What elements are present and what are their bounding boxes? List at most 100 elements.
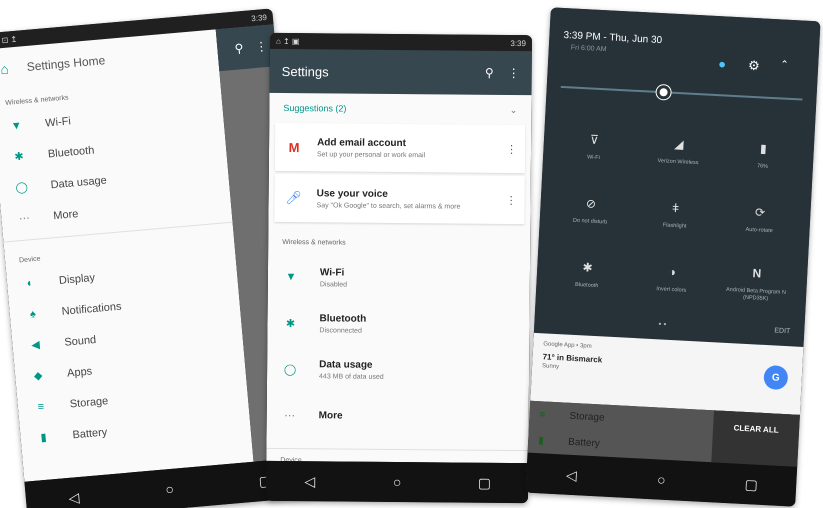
brightness-thumb[interactable] <box>656 84 671 100</box>
status-time: 3:39 <box>250 12 268 23</box>
tile-signal[interactable]: ◢ Verizon Wireless <box>635 118 723 186</box>
data-usage-icon: ◯ <box>283 363 297 376</box>
underlay-label: Storage <box>569 410 605 424</box>
bluetooth-icon: ✱ <box>285 317 296 330</box>
more-icon: ⋯ <box>18 212 31 226</box>
google-icon: G <box>763 364 789 391</box>
settings-item-data-usage[interactable]: ◯ Data usage 443 MB of data used <box>267 346 529 394</box>
drawer-title: Settings Home <box>26 53 106 74</box>
recents-icon[interactable]: ▢ <box>736 475 767 494</box>
suggestion-title: Add email account <box>317 136 407 149</box>
dnd-icon: ⊘ <box>585 196 597 212</box>
gmail-icon: M <box>288 139 300 155</box>
app-bar: Settings ⚲ ⋮ <box>269 48 532 96</box>
item-subtitle: 443 MB of data used <box>319 372 384 381</box>
settings-item-wifi[interactable]: ▼ Wi-Fi Disabled <box>268 254 530 302</box>
drawer-item-label: Apps <box>66 364 93 380</box>
notifications-icon: ♠ <box>29 307 37 321</box>
item-title: More <box>318 409 343 422</box>
drawer-item-label: Sound <box>63 333 97 349</box>
overflow-menu-icon[interactable]: ⋮ <box>255 39 268 54</box>
back-icon[interactable]: ◁ <box>556 466 587 485</box>
alarm-time: Fri 6:00 AM <box>570 44 607 54</box>
apps-icon: ◆ <box>33 369 44 383</box>
tile-wifi[interactable]: ⊽ Wi-Fi <box>550 114 638 182</box>
navigation-drawer: ⌂ Settings Home Wireless & networks ▼ Wi-… <box>0 29 254 482</box>
clear-all-button[interactable]: CLEAR ALL <box>711 410 800 467</box>
edit-button[interactable]: EDIT <box>774 327 790 335</box>
tile-label: Flashlight <box>662 222 687 231</box>
home-icon: ⌂ <box>0 60 10 78</box>
invert-icon: ◑ <box>668 265 677 280</box>
item-subtitle: Disabled <box>319 280 348 289</box>
tile-android-beta[interactable]: N Android Beta Program N (NPD35K) <box>712 250 800 318</box>
suggestion-subtitle: Set up your personal or work email <box>316 150 426 159</box>
phone-right: 3:39 PM - Thu, Jun 30 Fri 6:00 AM ● ⚙ ⌃ … <box>525 7 821 507</box>
tile-label: Android Beta Program N (NPD35K) <box>725 286 787 303</box>
display-icon: ◐ <box>26 276 34 290</box>
suggestion-title: Use your voice <box>316 187 388 200</box>
recents-icon[interactable]: ▢ <box>469 474 499 491</box>
drawer-item-label: Notifications <box>61 300 122 318</box>
gear-icon[interactable]: ⚙ <box>748 58 760 75</box>
drawer-item-label: Battery <box>71 425 108 441</box>
status-icons-left: ▣ ⊡ ↥ <box>0 34 18 45</box>
status-icons-left: ⌂ ↥ ▣ <box>275 36 300 46</box>
underlay-label: Battery <box>567 436 601 449</box>
quick-settings-panel: 3:39 PM - Thu, Jun 30 Fri 6:00 AM ● ⚙ ⌃ … <box>534 7 821 341</box>
settings-item-bluetooth[interactable]: ✱ Bluetooth Disconnected <box>267 300 529 348</box>
account-icon[interactable]: ● <box>718 56 727 71</box>
tile-bluetooth[interactable]: ✱ Bluetooth <box>543 241 631 309</box>
drawer-item-label: Storage <box>69 394 109 410</box>
overflow-menu-icon[interactable]: ⋮ <box>506 142 517 155</box>
wifi-icon: ▼ <box>10 119 23 133</box>
settings-list: Suggestions (2) ⌄ M Add email account Se… <box>266 92 532 464</box>
tile-label: Invert colors <box>656 286 687 295</box>
back-icon[interactable]: ◁ <box>58 488 89 508</box>
suggestions-header[interactable]: Suggestions (2) ⌄ <box>269 93 531 125</box>
tile-label: Auto-rotate <box>745 227 773 235</box>
bluetooth-icon: ✱ <box>582 260 594 276</box>
wifi-off-icon: ⊽ <box>589 132 600 148</box>
home-nav-icon[interactable]: ○ <box>382 474 412 490</box>
drawer-item-label: Bluetooth <box>47 143 95 160</box>
drawer-item-label: More <box>52 207 79 222</box>
suggestion-subtitle: Say "Ok Google" to search, set alarms & … <box>316 201 461 211</box>
suggestion-card-voice[interactable]: 🎤︎ Use your voice Say "Ok Google" to sea… <box>274 173 525 225</box>
overflow-menu-icon[interactable]: ⋮ <box>506 193 517 206</box>
search-icon[interactable]: ⚲ <box>234 41 244 56</box>
overflow-menu-icon[interactable]: ⋮ <box>508 66 520 80</box>
home-nav-icon[interactable]: ○ <box>646 471 677 489</box>
chevron-up-icon[interactable]: ⌃ <box>780 59 789 70</box>
item-subtitle: Disconnected <box>319 326 362 335</box>
tile-flashlight[interactable]: ǂ Flashlight <box>631 182 719 250</box>
tile-dnd[interactable]: ⊘ Do not disturb <box>547 177 635 245</box>
settings-item-more[interactable]: ⋯ More <box>267 392 529 440</box>
back-icon[interactable]: ◁ <box>295 473 325 490</box>
dimmed-app-bar: ⚲ ⋮ <box>215 24 278 72</box>
rotate-icon: ⟳ <box>754 205 766 221</box>
battery-icon: ▮ <box>537 434 545 446</box>
storage-icon: ≡ <box>37 400 45 413</box>
android-n-icon: N <box>752 266 762 281</box>
flashlight-icon: ǂ <box>671 201 680 216</box>
section-wireless: Wireless & networks <box>282 238 346 247</box>
battery-icon: ▮ <box>759 141 768 157</box>
tile-battery[interactable]: ▮ 76% <box>719 122 807 190</box>
brightness-slider[interactable] <box>560 84 803 101</box>
page-indicator: • • <box>658 319 667 329</box>
tile-label: Wi-Fi <box>586 154 600 162</box>
battery-icon: ▮ <box>40 431 48 445</box>
tile-invert-colors[interactable]: ◑ Invert colors <box>628 246 716 314</box>
microphone-icon: 🎤︎ <box>285 190 302 206</box>
suggestion-card-email[interactable]: M Add email account Set up your personal… <box>274 122 526 174</box>
quick-settings-datetime: 3:39 PM - Thu, Jun 30 <box>563 29 663 47</box>
home-nav-icon[interactable]: ○ <box>154 480 185 499</box>
tile-auto-rotate[interactable]: ⟳ Auto-rotate <box>716 186 804 254</box>
nav-bar: ◁ ○ ▢ <box>265 460 529 504</box>
phone-middle: ⌂ ↥ ▣ 3:39 Settings ⚲ ⋮ Suggestions (2) … <box>265 32 533 504</box>
page-title: Settings <box>281 63 329 79</box>
item-title: Data usage <box>319 358 373 371</box>
search-icon[interactable]: ⚲ <box>485 66 494 80</box>
tile-label: Verizon Wireless <box>657 158 699 167</box>
